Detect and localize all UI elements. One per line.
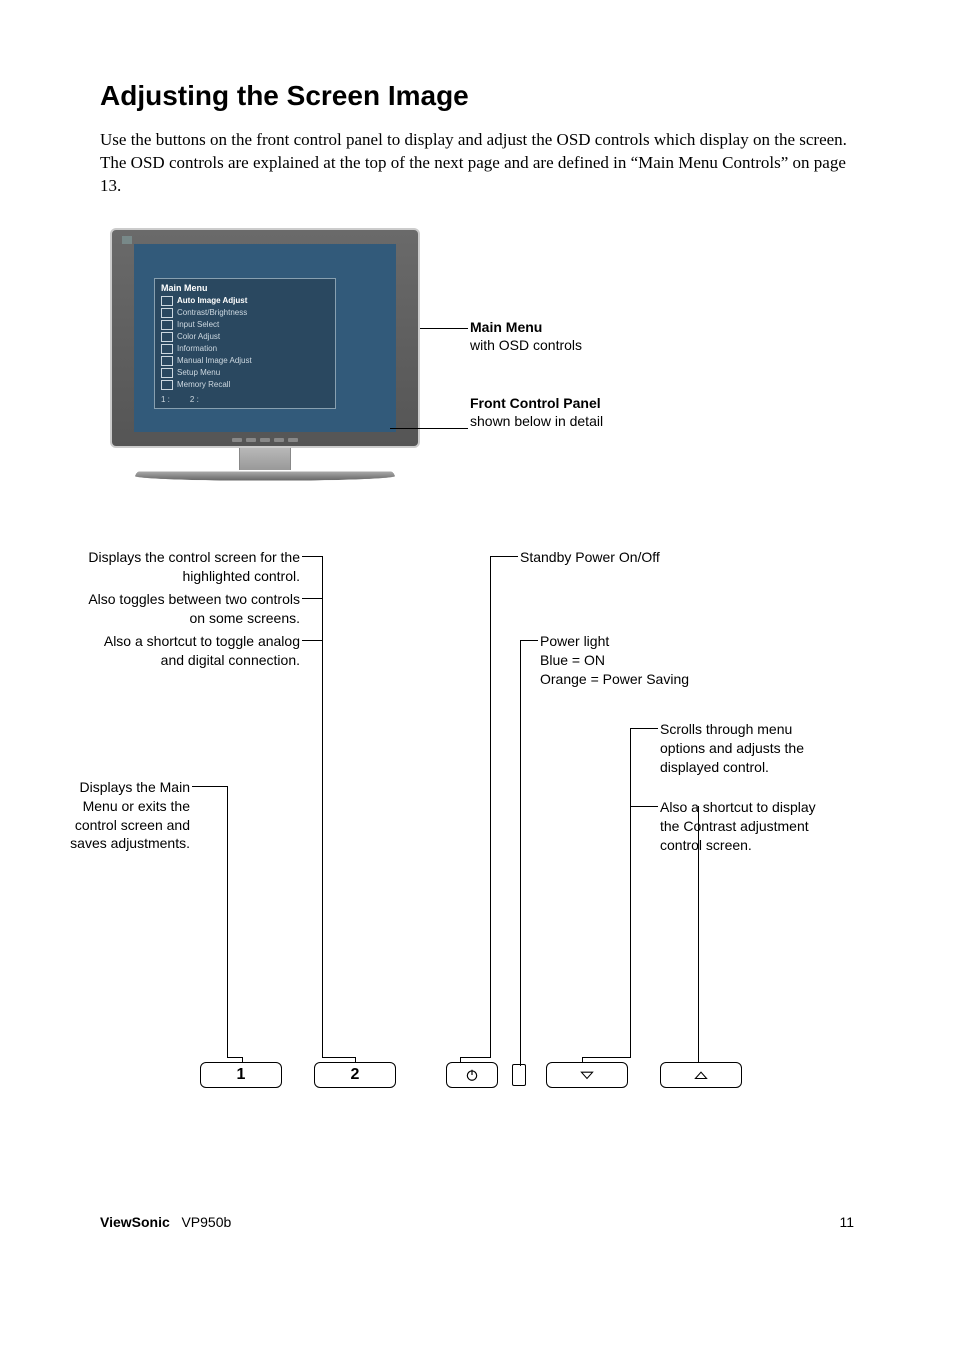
down-button[interactable] [546,1062,628,1088]
osd-item: Manual Image Adjust [155,355,335,367]
page-title: Adjusting the Screen Image [100,80,854,112]
monitor-illustration: Main Menu Auto Image Adjust Contrast/Bri… [110,228,420,478]
osd-item: Contrast/Brightness [155,307,335,319]
callout-standby-power: Standby Power On/Off [520,549,660,565]
footer-brand: ViewSonic [100,1214,170,1230]
callout-scroll-adjust: Scrolls through menu options and adjusts… [660,721,804,775]
power-button[interactable] [446,1062,498,1088]
callout-main-menu-exit: Displays the Main Menu or exits the cont… [70,779,190,852]
callout-toggle-controls: Also toggles between two controls on som… [88,591,300,626]
osd-item: Color Adjust [155,331,335,343]
osd-item: Input Select [155,319,335,331]
osd-item: Information [155,343,335,355]
osd-item-label: Setup Menu [177,368,220,377]
osd-footer-hint: 2 : [190,395,199,404]
osd-item-label: Auto Image Adjust [177,296,247,305]
osd-item-label: Manual Image Adjust [177,356,252,365]
power-led [512,1064,526,1086]
page-number: 11 [839,1214,854,1230]
front-panel-label-sub: shown below in detail [470,413,603,429]
osd-footer-hint: 1 : [161,395,170,404]
osd-item-label: Input Select [177,320,219,329]
button-1[interactable]: 1 [200,1062,282,1088]
chevron-up-icon [694,1070,708,1080]
osd-main-menu: Main Menu Auto Image Adjust Contrast/Bri… [154,278,336,409]
front-panel-buttons: 1 2 [200,1062,874,1088]
button-2-label: 2 [351,1066,360,1084]
main-menu-label-sub: with OSD controls [470,337,582,353]
callout-analog-digital: Also a shortcut to toggle analog and dig… [104,633,300,668]
footer-model: VP950b [181,1214,231,1230]
callout-control-screen: Displays the control screen for the high… [88,549,300,584]
footer-left: ViewSonic VP950b [100,1214,231,1230]
up-button[interactable] [660,1062,742,1088]
osd-menu-title: Main Menu [155,279,335,295]
button-1-label: 1 [237,1066,246,1084]
osd-item: Setup Menu [155,367,335,379]
power-icon [465,1068,479,1082]
button-2[interactable]: 2 [314,1062,396,1088]
osd-item-label: Information [177,344,217,353]
osd-item: Auto Image Adjust [155,295,335,307]
callout-contrast-shortcut: Also a shortcut to display the Contrast … [660,799,816,853]
osd-item-label: Color Adjust [177,332,220,341]
intro-paragraph: Use the buttons on the front control pan… [100,129,854,198]
osd-item: Memory Recall [155,379,335,391]
callout-blue-on: Blue = ON [540,652,605,668]
callout-power-light: Power light [540,633,609,649]
front-panel-label-title: Front Control Panel [470,395,601,411]
chevron-down-icon [580,1070,594,1080]
main-menu-label-title: Main Menu [470,319,542,335]
osd-item-label: Memory Recall [177,380,230,389]
callout-orange-saving: Orange = Power Saving [540,671,689,687]
osd-item-label: Contrast/Brightness [177,308,247,317]
